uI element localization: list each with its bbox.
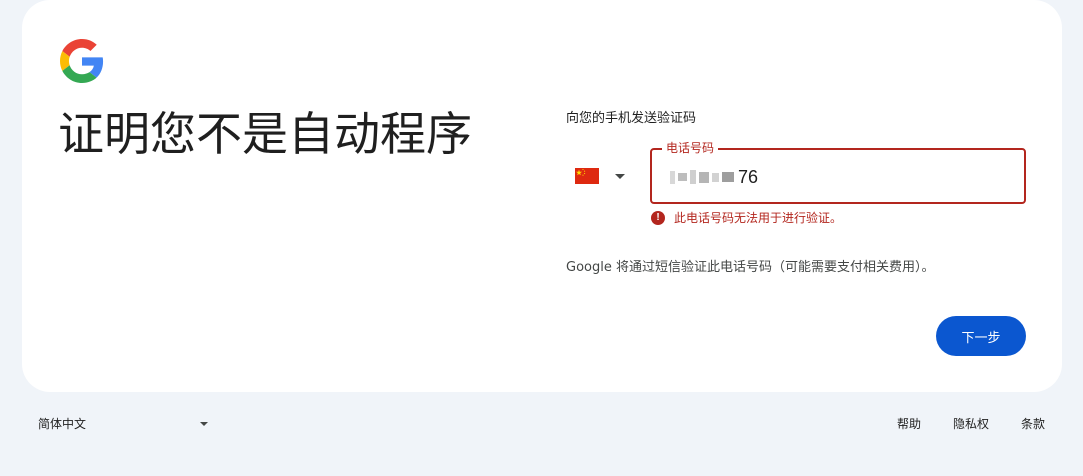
error-text: 此电话号码无法用于进行验证。 xyxy=(674,211,843,225)
help-link[interactable]: 帮助 xyxy=(897,416,921,432)
google-logo-icon xyxy=(60,39,104,83)
terms-link[interactable]: 条款 xyxy=(1021,416,1045,432)
masked-digits xyxy=(670,170,734,184)
chevron-down-icon xyxy=(615,173,625,179)
phone-error-message: ! 此电话号码无法用于进行验证。 xyxy=(651,209,842,226)
page-title: 证明您不是自动程序 xyxy=(58,107,472,161)
send-code-label: 向您的手机发送验证码 xyxy=(566,111,697,126)
signin-card: 证明您不是自动程序 向您的手机发送验证码 电话号码 76 ! 此电话号码无法用于… xyxy=(22,0,1062,392)
error-icon: ! xyxy=(651,210,665,225)
sms-notice: Google 将通过短信验证此电话号码（可能需要支付相关费用）。 xyxy=(566,260,935,275)
country-selector[interactable] xyxy=(575,160,635,192)
next-button[interactable]: 下一步 xyxy=(936,316,1026,356)
china-flag-icon xyxy=(575,168,599,184)
phone-number-label: 电话号码 xyxy=(662,141,719,155)
privacy-link[interactable]: 隐私权 xyxy=(953,416,989,432)
language-selector[interactable]: 简体中文 xyxy=(38,416,208,432)
chevron-down-icon xyxy=(200,422,208,426)
phone-number-value: 76 xyxy=(670,166,758,188)
phone-visible-digits: 76 xyxy=(738,166,759,187)
phone-number-field[interactable]: 电话号码 76 xyxy=(650,141,1026,204)
language-label: 简体中文 xyxy=(38,417,87,431)
